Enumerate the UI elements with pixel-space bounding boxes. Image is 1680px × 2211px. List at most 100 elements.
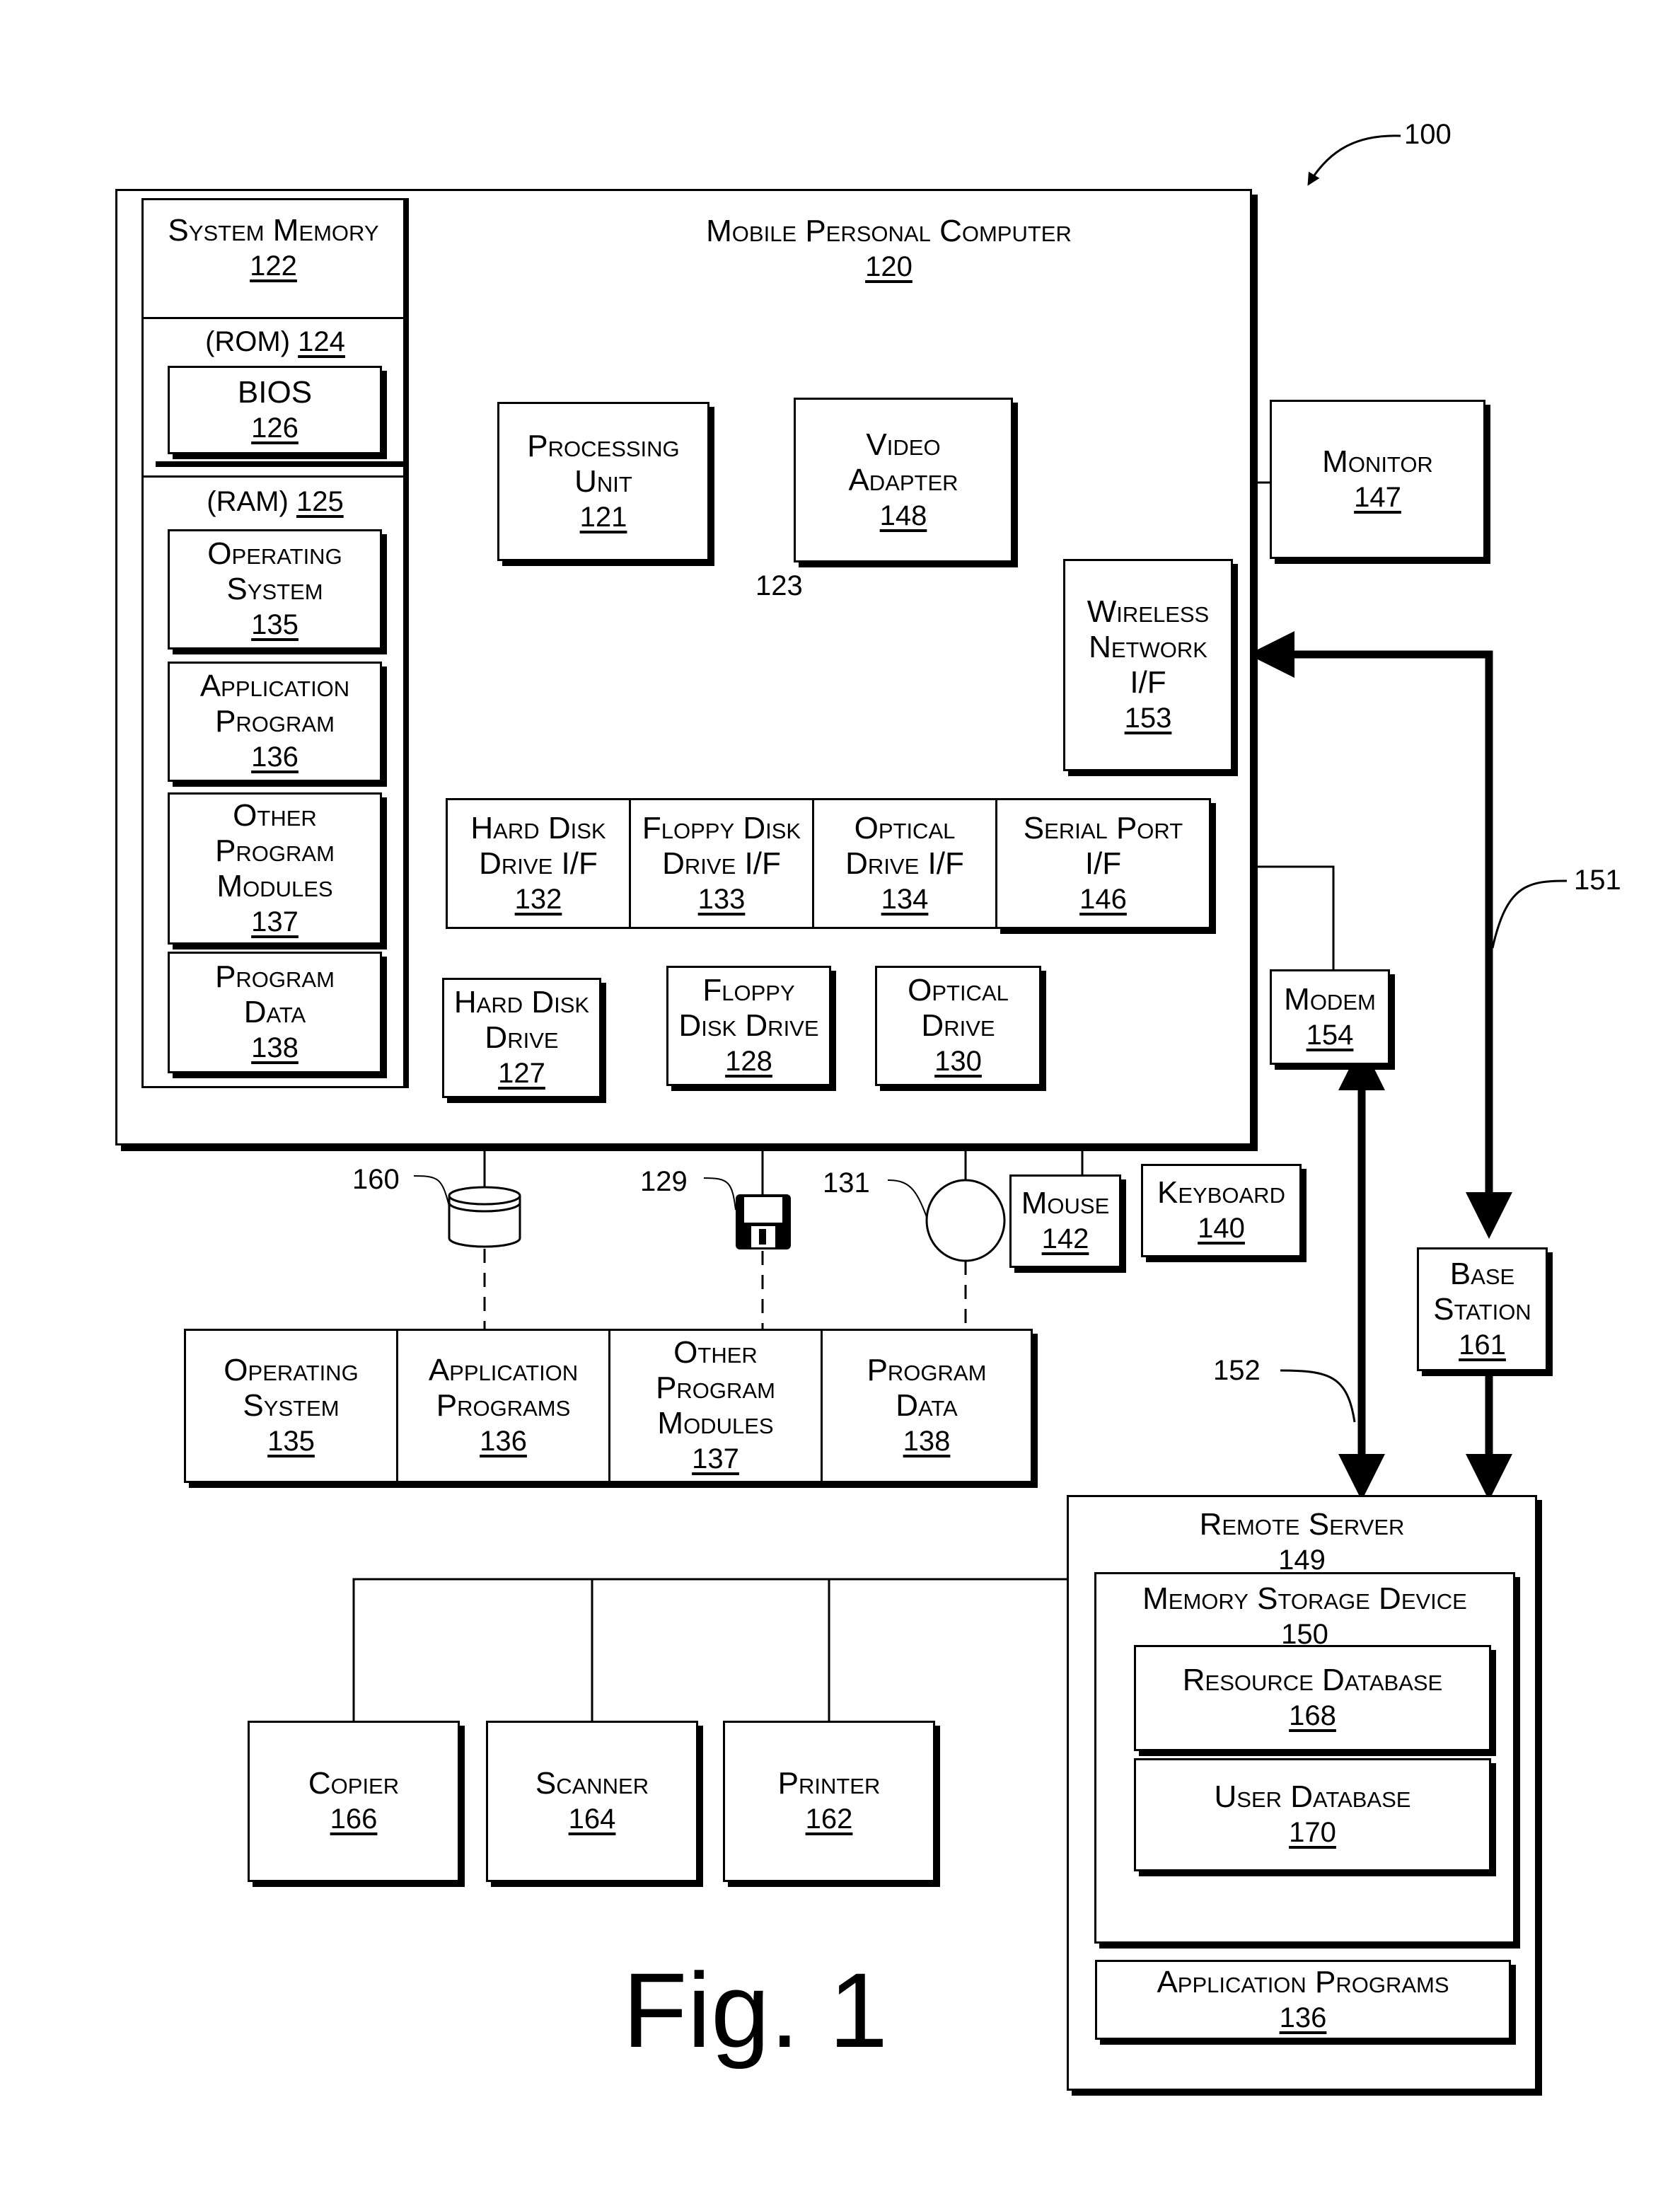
divider [141,317,407,319]
modem-link-ref: 152 [1213,1355,1261,1386]
keyboard-label: Keyboard [1157,1175,1285,1210]
wireless-link-ref-leader [1491,879,1568,949]
user-db-label: User Database [1214,1779,1411,1814]
storage-item-num: 138 [903,1426,951,1457]
drive-num: 128 [725,1046,772,1077]
ram-item-label: Other Program Modules [215,797,335,904]
video-adapter-label: Video Adapter [848,427,958,497]
wireless-if-num: 153 [1124,703,1172,734]
interface-label: Hard Disk Drive I/F [470,810,606,881]
serial-port-interface: Serial Port I/F 146 [995,798,1211,929]
storage-applications: Application Programs 136 [396,1329,608,1483]
keyboard: Keyboard 140 [1141,1164,1302,1257]
interface-label: Floppy Disk Drive I/F [642,810,801,881]
storage-item-label: Other Program Modules [656,1335,775,1441]
system-memory-num: 122 [250,250,297,282]
ram-os: Operating System 135 [168,529,382,650]
wireless-link [1252,650,1512,1239]
optical-drive: Optical Drive 130 [875,966,1041,1086]
optical-disc-icon [925,1179,1006,1262]
base-station-label: Base Station [1433,1256,1531,1327]
user-db-num: 170 [1289,1817,1336,1848]
peripheral-num: 164 [568,1803,616,1835]
resource-db-label: Resource Database [1182,1663,1443,1697]
mouse-label: Mouse [1021,1186,1110,1220]
interface-label: Optical Drive I/F [845,810,964,881]
keyboard-num: 140 [1198,1213,1245,1244]
figure-ref: 100 [1404,119,1452,150]
ram-item-label: Operating System [207,536,342,606]
modem: Modem 154 [1270,969,1390,1065]
ram-item-num: 135 [251,609,299,640]
mouse: Mouse 142 [1009,1174,1121,1268]
processing-unit-label: Processing Unit [527,428,680,499]
wireless-if-label: Wireless Network I/F [1087,594,1210,700]
storage-item-num: 136 [480,1426,527,1457]
ram-label: (RAM) [207,486,289,517]
storage-other-modules: Other Program Modules 137 [608,1329,821,1483]
storage-item-label: Application Programs [428,1353,579,1423]
bios: BIOS 126 [168,366,382,454]
modem-link-ref-leader [1280,1369,1356,1423]
storage-os: Operating System 135 [184,1329,396,1483]
ram-num: 125 [296,486,344,517]
floppy-interface: Floppy Disk Drive I/F 133 [629,798,814,929]
system-memory-label: System Memory [168,213,379,248]
resource-database: Resource Database 168 [1134,1645,1491,1751]
interface-num: 134 [881,883,929,915]
hdd-interface: Hard Disk Drive I/F 132 [446,798,631,929]
ram-application-program: Application Program 136 [168,662,382,782]
storage-program-data: Program Data 138 [821,1329,1033,1483]
rom-label: (ROM) [205,326,291,357]
user-database: User Database 170 [1134,1758,1491,1871]
floppy-disk-icon [736,1194,791,1249]
base-station: Base Station 161 [1417,1247,1548,1371]
storage-item-num: 137 [692,1443,739,1474]
rom-heading: (ROM) 124 [141,324,409,359]
printer: Printer 162 [723,1721,935,1882]
figure-caption: Fig. 1 [622,1951,888,2069]
ram-item-num: 138 [251,1032,299,1063]
interface-num: 133 [697,883,746,915]
divider [141,475,407,478]
drive-num: 127 [498,1058,545,1089]
processing-unit: Processing Unit 121 [497,402,709,561]
interface-num: 132 [514,883,562,915]
drive-num: 130 [934,1046,982,1077]
storage-item-label: Operating System [224,1353,359,1423]
hard-disk-media-ref: 160 [352,1164,400,1195]
ram-program-data: Program Data 138 [168,952,382,1073]
mobile-pc-label: Mobile Personal Computer [706,214,1072,248]
modem-num: 154 [1306,1019,1354,1051]
interface-num: 146 [1079,883,1127,915]
peripheral-label: Printer [777,1766,881,1801]
ram-item-label: Application Program [199,669,350,739]
ram-item-num: 137 [251,906,299,937]
floppy-disk-drive: Floppy Disk Drive 128 [666,966,831,1086]
server-apps-label: Application Programs [1157,1964,1449,1999]
monitor-num: 147 [1354,481,1401,513]
resource-db-num: 168 [1289,1700,1336,1731]
memory-storage-label: Memory Storage Device [1142,1581,1467,1616]
modem-label: Modem [1284,981,1376,1017]
optical-interface: Optical Drive I/F 134 [812,798,997,929]
peripheral-label: Copier [308,1766,400,1801]
video-adapter-num: 148 [879,500,927,531]
divider [156,461,407,467]
peripheral-num: 166 [330,1803,378,1835]
peripheral-label: Scanner [535,1766,649,1801]
mobile-pc-num: 120 [865,251,913,282]
base-station-num: 161 [1459,1329,1506,1361]
bios-label: BIOS [237,374,313,410]
drive-label: Floppy Disk Drive [678,973,819,1043]
bios-num: 126 [251,412,299,444]
figure-leader-arrow [1307,134,1401,186]
video-adapter: Video Adapter 148 [794,398,1013,562]
floppy-media-ref: 129 [640,1166,688,1197]
bus-ref: 123 [755,570,803,601]
rom-num: 124 [298,326,345,357]
hard-disk-drive: Hard Disk Drive 127 [442,978,601,1098]
processing-unit-num: 121 [579,501,627,533]
peripheral-network-line [352,1578,1068,1723]
ram-item-label: Program Data [215,959,335,1029]
